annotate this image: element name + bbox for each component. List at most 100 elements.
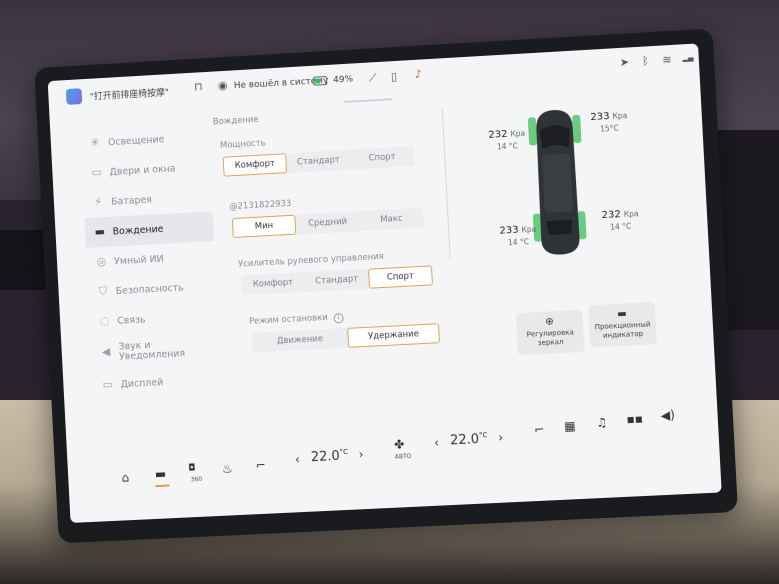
volume-icon[interactable]: ◀) <box>660 408 675 423</box>
voice-assistant-icon[interactable] <box>65 88 83 105</box>
tyre-pressure: 232 <box>601 209 622 222</box>
sidebar-item-display[interactable]: ▭ Дисплей <box>92 364 222 400</box>
defrost-icon[interactable]: ♨ <box>222 462 233 476</box>
left-temp-up[interactable]: › <box>358 447 364 461</box>
music-icon[interactable]: ♫ <box>596 415 608 430</box>
power-option-sport[interactable]: Спорт <box>350 146 415 170</box>
hud-icon: ▬ <box>616 308 628 321</box>
sidebar-item-label-wrap: Звук и Уведомления <box>118 339 185 362</box>
steering-option-sport[interactable]: Спорт <box>367 265 433 289</box>
apps-icon[interactable]: ▪▪ <box>626 411 643 426</box>
power-selector: Комфорт Стандарт Спорт <box>222 146 415 177</box>
sidebar-item-label: Безопасность <box>115 282 184 297</box>
sidebar-item-label: Двери и окна <box>109 162 176 178</box>
bottom-dock: ⌂ ▬ ◘ 360 ♨ ⌐ ‹ 22.0°C › ✤ АВТО ‹ 22.0°C… <box>67 408 721 509</box>
sidebar-item-label: Связь <box>117 313 146 327</box>
sidebar-item-label: Вождение <box>112 223 164 238</box>
seat-heat-icon[interactable]: ⌐ <box>534 422 545 437</box>
stop-mode-selector: Движение Удержание <box>251 323 441 353</box>
display-bezel: "打开前排座椅按摩" ⊓ ◉ Не вошёл в систему 49% ⟋ … <box>34 28 738 544</box>
stop-mode-label: Режим остановки i <box>249 312 344 328</box>
sidebar-item-label-2: Уведомления <box>118 348 186 363</box>
right-temp: 22.0°C <box>450 431 488 448</box>
right-temp-unit: °C <box>478 431 488 440</box>
custom-selector: Мин Средний Макс <box>231 207 424 239</box>
custom-option-max[interactable]: Макс <box>359 208 424 231</box>
tyre-temp: 14 °C <box>609 221 632 232</box>
door-icon: ▭ <box>91 165 103 179</box>
voice-hint[interactable]: "打开前排座椅按摩" <box>89 85 170 102</box>
stop-mode-option-hold[interactable]: Удержание <box>347 323 441 348</box>
left-temp-down[interactable]: ‹ <box>295 452 301 466</box>
light-icon: ✳ <box>90 135 101 150</box>
seat-icon[interactable]: ⌐ <box>255 458 266 472</box>
user-icon[interactable]: ◉ <box>218 79 228 92</box>
speaker-icon: ◀ <box>101 345 111 359</box>
mirror-icon: ⊕ <box>545 316 555 328</box>
stop-mode-option-creep[interactable]: Движение <box>252 328 348 353</box>
custom-label: @2131822933 <box>228 198 292 213</box>
tyre-temp: 14 °C <box>507 237 530 248</box>
custom-option-min[interactable]: Мин <box>231 214 297 239</box>
info-icon[interactable]: i <box>333 313 344 324</box>
camera-360-icon[interactable]: ◘ <box>188 463 196 473</box>
sidebar-item-label: Дисплей <box>120 376 164 390</box>
power-option-standard[interactable]: Стандарт <box>286 150 351 173</box>
right-temp-value: 22.0 <box>449 431 480 449</box>
tyre-temp: 14 °C <box>496 141 519 152</box>
steering-option-standard[interactable]: Стандарт <box>304 269 369 292</box>
card-label-2: индикатор <box>602 329 644 340</box>
battery-percent: 49% <box>332 74 354 86</box>
navigation-icon: ➤ <box>619 55 630 70</box>
tyre-front-left: 232 Кра 14 °C <box>488 128 526 154</box>
mirror-adjust-card[interactable]: ⊕ Регулировка зеркал <box>515 309 585 356</box>
steering-wheel-icon: ◎ <box>96 254 107 269</box>
steering-option-comfort[interactable]: Комфорт <box>241 272 306 295</box>
section-title: Вождение <box>212 114 259 128</box>
tyre-pressure: 233 <box>499 224 519 237</box>
infotainment-screen: "打开前排座椅按摩" ⊓ ◉ Не вошёл в систему 49% ⟋ … <box>47 43 722 523</box>
left-temp-unit: °C <box>339 447 349 457</box>
fan-icon[interactable]: ✤ <box>394 437 405 451</box>
active-indicator <box>155 484 170 488</box>
signal-icon: ▂▄ <box>682 53 694 63</box>
card-label-2: зеркал <box>537 337 564 348</box>
shield-icon: ⛉ <box>98 284 108 298</box>
tyre-pressure: 232 <box>488 128 508 141</box>
fan-auto-label: АВТО <box>394 452 412 461</box>
unlock-icon[interactable]: ⊓ <box>194 80 203 93</box>
tyre-rear-right: 232 Кра 14 °C <box>601 208 639 234</box>
wifi-icon: ≋ <box>661 53 672 67</box>
right-temp-up[interactable]: › <box>498 430 504 444</box>
bluetooth-icon: ᛒ <box>641 54 650 68</box>
power-label: Мощность <box>219 138 266 151</box>
tyre-unit: Кра <box>623 209 639 219</box>
sidebar-item-label: Освещение <box>107 133 165 148</box>
drag-handle[interactable] <box>344 98 393 103</box>
car-icon: ▬ <box>94 225 106 239</box>
tyre-unit: Кра <box>612 110 628 121</box>
sidebar-item-label: Батарея <box>110 194 153 208</box>
tyre-rear-left: 233 Кра 14 °C <box>499 224 537 250</box>
sidebar-item-label: Умный ИИ <box>113 253 164 267</box>
home-icon[interactable]: ⌂ <box>121 470 129 484</box>
right-temp-down[interactable]: ‹ <box>434 435 440 449</box>
leaf-icon: ⟋ <box>368 71 378 85</box>
battery-bolt-icon: ⚡ <box>94 195 103 209</box>
rear-defrost-icon[interactable]: ▦ <box>564 419 576 434</box>
camera-360-label: 360 <box>190 475 203 484</box>
phone-icon: ▯ <box>390 69 398 84</box>
hud-card[interactable]: ▬ Проекционный индикатор <box>588 301 657 348</box>
tyre-unit: Кра <box>510 128 526 139</box>
tyre-pressure: 233 <box>590 110 610 124</box>
left-temp: 22.0°C <box>311 448 349 465</box>
battery-icon <box>312 75 328 86</box>
power-option-comfort[interactable]: Комфорт <box>222 153 288 177</box>
steering-label: Усилитель рулевого управления <box>237 251 385 270</box>
display-icon: ▭ <box>102 377 114 392</box>
left-temp-value: 22.0 <box>310 448 341 466</box>
car-settings-icon[interactable]: ▬ <box>155 467 167 481</box>
tyre-temp: 15°C <box>599 123 620 134</box>
custom-option-medium[interactable]: Средний <box>295 211 360 234</box>
alert-bell-icon: ♪ <box>414 67 423 81</box>
